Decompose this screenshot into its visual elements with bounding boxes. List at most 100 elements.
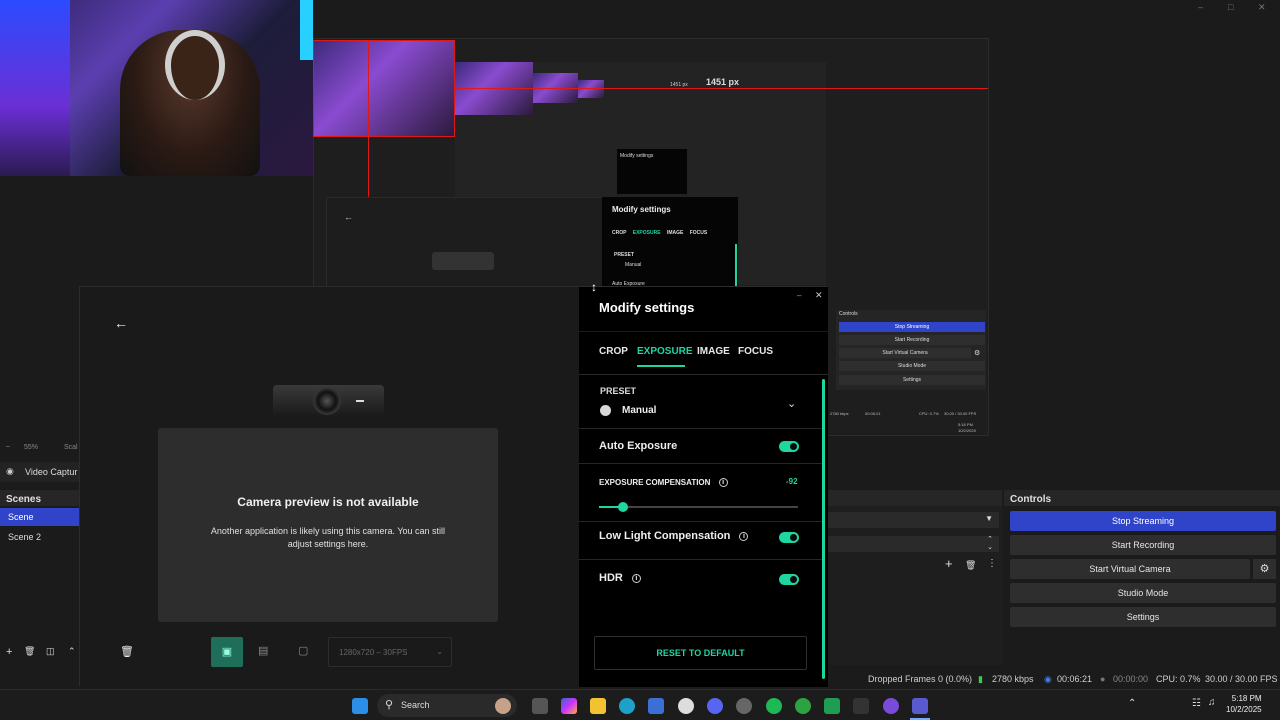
zoom-level: 55% [24,444,39,451]
task-view-icon[interactable] [532,698,548,714]
preset-chevron-icon[interactable]: ⌄ [787,397,796,410]
obs-zoom-bar: – 55% Scal [0,442,79,456]
scene-up-icon[interactable]: ⌃ [68,646,76,657]
spotify-icon[interactable] [766,698,782,714]
maximize-button[interactable]: □ [1228,2,1233,12]
panel-minimize-icon[interactable]: – [797,291,801,300]
app-icon-1[interactable] [678,698,694,714]
close-button[interactable]: ✕ [1258,2,1266,13]
duration-field[interactable]: ⌃ ⌄ [827,536,999,552]
zoom-minus-icon[interactable]: – [6,443,10,450]
active-tab-underline [637,365,685,367]
low-light-toggle[interactable] [779,532,799,543]
clock[interactable]: 5:18 PM 10/2/2025 [1226,693,1262,715]
file-explorer-icon[interactable] [590,698,606,714]
nested-preset-label: PRESET [614,252,635,258]
settings-button[interactable]: Settings [1010,607,1276,627]
edge-icon[interactable] [619,698,635,714]
webcam-illustration [273,385,384,417]
xbox-icon[interactable] [795,698,811,714]
add-scene-icon[interactable]: + [6,646,12,658]
scene-filter-icon[interactable]: ◫ [46,646,55,657]
tray-wifi-icon[interactable]: ☷ [1192,698,1201,709]
transition-menu-icon[interactable]: ⋮ [987,558,997,569]
tab-focus[interactable]: FOCUS [738,346,773,357]
start-icon[interactable] [352,698,368,714]
stop-streaming-button[interactable]: Stop Streaming [1010,511,1276,531]
source-name: Video Captur [25,467,78,477]
low-light-info-icon[interactable]: i [739,531,749,541]
hdr-info-icon[interactable]: i [631,573,641,583]
clock-time: 5:18 PM [1231,694,1262,703]
twitch-icon[interactable] [883,698,899,714]
nested-modify-title: Modify settings [612,205,671,214]
store-icon[interactable] [648,698,664,714]
mic-off-icon[interactable]: ▢ [298,644,308,657]
back-arrow-icon[interactable]: ← [114,315,128,331]
search-icon: ⚲ [385,699,394,711]
dropdown-arrow-icon: ▼ [985,514,993,523]
nested-preset-value: Manual [625,262,642,268]
nested-back-arrow-icon: ← [344,212,353,222]
stepper-icon: ⌃ ⌄ [987,536,993,551]
hdr-text: HDR [599,572,623,584]
exposure-slider-thumb[interactable] [617,502,628,512]
source-bar: ◉ Video Captur [0,462,79,482]
tab-image[interactable]: IMAGE [697,346,730,357]
nested-clock: 5:18 PM 10/2/2025 [958,422,976,433]
camera-off-icon[interactable]: ▤ [258,644,268,657]
obs-icon[interactable] [912,698,928,714]
scale-label: Scal [64,444,78,451]
discord-icon[interactable] [707,698,723,714]
reset-button[interactable]: RESET TO DEFAULT [594,636,807,670]
copilot-icon[interactable] [561,698,577,714]
app-icon-2[interactable] [736,698,752,714]
resize-cursor-icon: ↕ [591,280,597,294]
low-light-label: Low Light Compensation i [599,530,749,542]
start-recording-button[interactable]: Start Recording [1010,535,1276,555]
tab-exposure[interactable]: EXPOSURE [637,346,693,357]
cpu-usage: CPU: 0.7% [1156,674,1201,684]
nested-stop-streaming: Stop Streaming [839,322,985,332]
panel-close-icon[interactable]: ✕ [815,290,823,301]
nested-accent-bar [735,244,737,286]
resolution-value: 1280x720 – 30FPS [339,648,408,657]
auto-exposure-divider [579,463,823,464]
nested-studio-mode: Studio Mode [839,361,985,371]
exposure-slider-track[interactable] [599,502,798,512]
logi-window: ← Camera preview is not available Anothe… [79,286,828,687]
resolution-select[interactable]: 1280x720 – 30FPS ⌄ [328,637,452,667]
studio-mode-button[interactable]: Studio Mode [1010,583,1276,603]
delete-icon[interactable]: 🗑 [120,645,134,658]
webcam-lens-icon [313,387,341,415]
hdr-toggle[interactable] [779,574,799,585]
transitions-header [827,490,1002,506]
px-label-large: 1451 px [706,77,740,87]
transition-select[interactable]: ▼ [827,512,999,528]
virtual-camera-settings-icon[interactable]: ⚙ [1253,559,1276,579]
tray-chevron-icon[interactable]: ⌃ [1128,698,1136,709]
stream-icon: ◉ [1044,674,1052,684]
remove-scene-icon[interactable]: 🗑 [24,646,35,657]
tray-volume-icon[interactable]: ♫ [1208,697,1216,708]
scene-item-1[interactable]: Scene [0,508,79,526]
transitions-panel: ▼ ⌃ ⌄ + 🗑 ⋮ [827,490,1002,665]
tab-crop[interactable]: CROP [599,346,628,357]
nested-modify-title-small: Modify settings [620,153,654,159]
exposure-info-icon[interactable]: i [718,478,728,488]
scene-item-2[interactable]: Scene 2 [0,528,79,546]
add-transition-icon[interactable]: + [945,556,953,571]
remove-transition-icon[interactable]: 🗑 [965,560,976,571]
capture-mode-button[interactable]: ▣ [211,637,243,667]
tabs-divider [579,331,828,332]
minimize-button[interactable]: – [1198,2,1203,12]
sheets-icon[interactable] [824,698,840,714]
taskbar-search[interactable]: ⚲ Search [377,694,517,717]
start-virtual-camera-button[interactable]: Start Virtual Camera [1010,559,1250,579]
terminal-icon[interactable] [853,698,869,714]
auto-exposure-toggle[interactable] [779,441,799,452]
preset-value[interactable]: Manual [622,405,656,416]
nested-webcam-tiny [578,80,604,98]
scrollbar[interactable] [822,379,825,679]
webcam-light-icon [356,400,364,402]
